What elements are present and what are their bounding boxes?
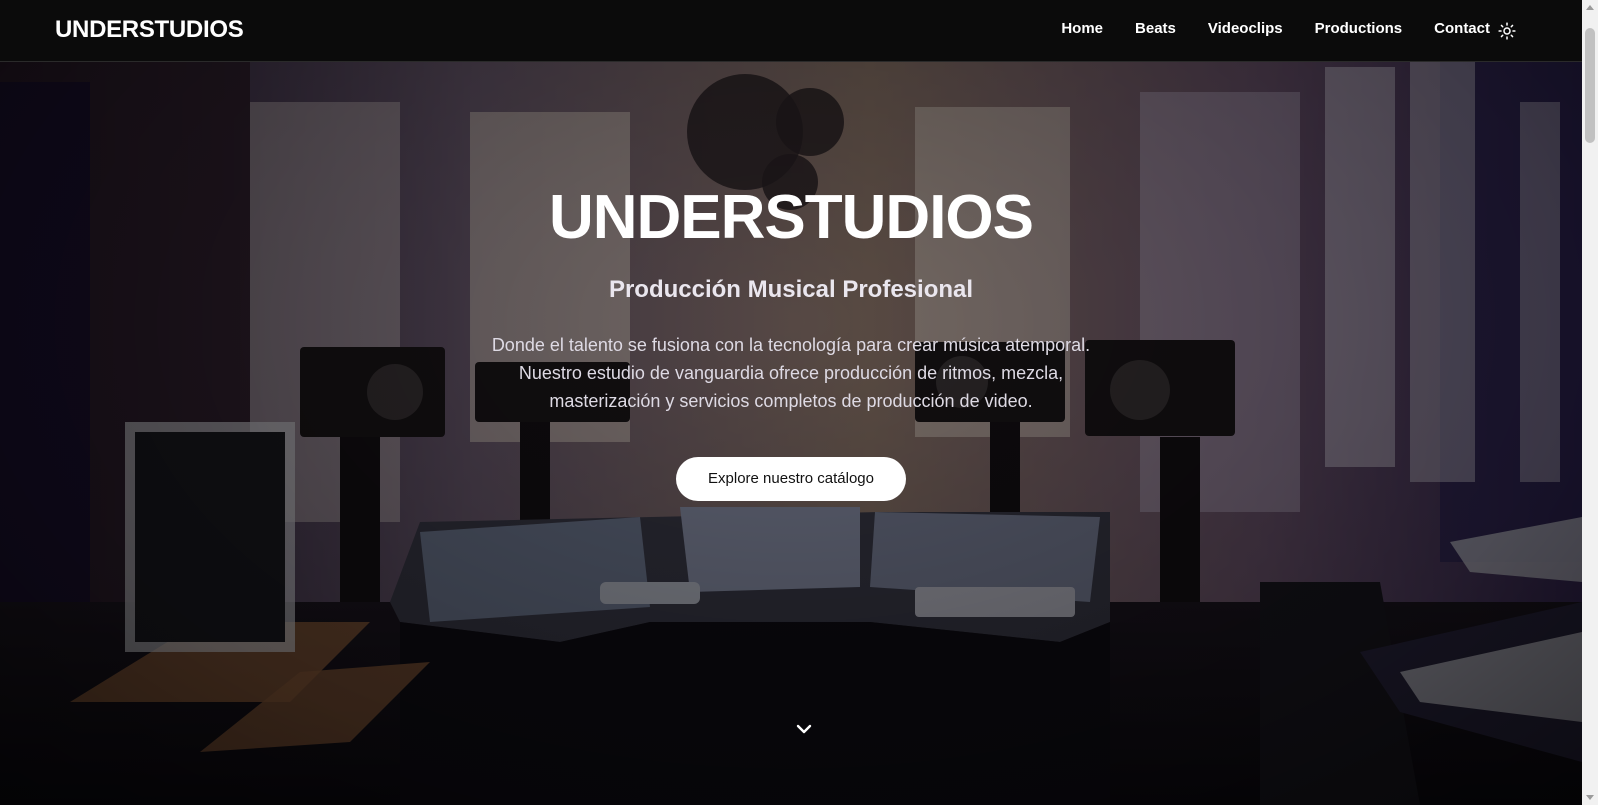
hero-description: Donde el talento se fusiona con la tecno… <box>461 331 1121 415</box>
scroll-up-arrow-icon[interactable] <box>1586 5 1594 10</box>
navbar: UNDERSTUDIOS Home Beats Videoclips Produ… <box>0 0 1582 62</box>
nav-link-productions[interactable]: Productions <box>1315 20 1403 37</box>
scrollbar-thumb[interactable] <box>1585 28 1595 143</box>
site-logo[interactable]: UNDERSTUDIOS <box>55 16 244 44</box>
page-scrollbar[interactable] <box>1582 0 1598 805</box>
nav-link-videoclips[interactable]: Videoclips <box>1208 20 1283 37</box>
scroll-down-arrow-icon[interactable] <box>1586 795 1594 800</box>
hero-content: UNDERSTUDIOS Producción Musical Profesio… <box>0 183 1582 502</box>
nav-link-home[interactable]: Home <box>1061 20 1103 37</box>
sun-icon <box>1498 22 1516 40</box>
hero-subtitle: Producción Musical Profesional <box>608 276 974 304</box>
hero-description-line-1: Donde el talento se fusiona con la tecno… <box>491 335 1091 356</box>
main-nav: Home Beats Videoclips Productions Contac… <box>1061 20 1490 37</box>
nav-link-beats[interactable]: Beats <box>1135 20 1176 37</box>
hero-description-line-2: Nuestro estudio de vanguardia ofrece pro… <box>518 363 1064 384</box>
hero-title: UNDERSTUDIOS <box>548 183 1034 252</box>
chevron-down-icon <box>796 724 812 734</box>
explore-catalog-button[interactable]: Explore nuestro catálogo <box>676 457 906 502</box>
hero-description-line-3: masterización y servicios completos de p… <box>549 391 1033 412</box>
nav-link-contact[interactable]: Contact <box>1434 20 1490 37</box>
hero-section: UNDERSTUDIOS Producción Musical Profesio… <box>0 62 1582 805</box>
theme-toggle-button[interactable] <box>1495 19 1519 43</box>
scroll-down-button[interactable] <box>792 722 816 738</box>
